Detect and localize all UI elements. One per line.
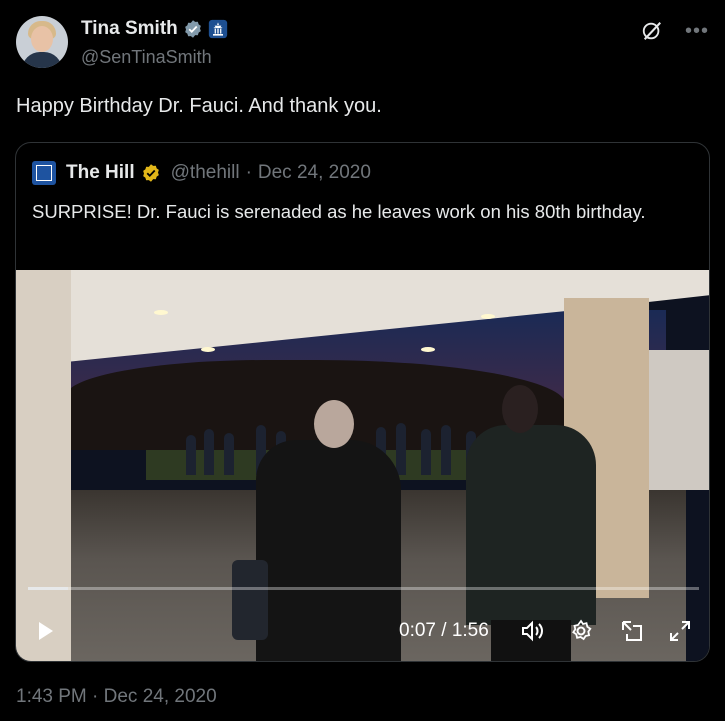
video-fire-truck [648, 350, 709, 490]
separator-dot: · [245, 162, 252, 183]
quoted-author-handle[interactable]: @thehill [171, 162, 240, 184]
ceiling-light [154, 310, 168, 315]
tweet-timestamp[interactable]: 1:43 PM · Dec 24, 2020 [16, 686, 217, 708]
quoted-author-name[interactable]: The Hill [66, 162, 135, 184]
author-name-row: Tina Smith [81, 18, 228, 40]
video-pillar-left [16, 270, 71, 661]
government-building-icon [208, 19, 227, 39]
quoted-tweet[interactable]: The Hill @thehill · Dec 24, 2020 SURPRIS… [15, 142, 710, 662]
avatar-face [31, 26, 53, 52]
quoted-tweet-header: The Hill @thehill · Dec 24, 2020 [32, 161, 371, 185]
author-handle[interactable]: @SenTinaSmith [81, 47, 212, 68]
video-progress-fill [28, 587, 69, 590]
video-controls: 0:07 / 1:56 [16, 610, 709, 650]
tweet-text: Happy Birthday Dr. Fauci. And thank you. [16, 95, 382, 117]
video-player[interactable]: 0:07 / 1:56 [16, 270, 709, 661]
ceiling-light [201, 347, 215, 352]
settings-gear-icon[interactable] [569, 619, 593, 643]
the-hill-logo[interactable] [32, 161, 56, 185]
video-time: 0:07 / 1:56 [399, 620, 489, 641]
ceiling-light [481, 314, 495, 319]
video-progress-bar[interactable] [28, 587, 699, 590]
avatar-body [22, 52, 62, 68]
ceiling-light [421, 347, 435, 352]
quoted-date[interactable]: Dec 24, 2020 [258, 162, 371, 184]
author-avatar[interactable] [16, 16, 68, 68]
volume-icon[interactable] [520, 619, 546, 643]
more-options-icon[interactable]: ••• [685, 21, 709, 41]
picture-in-picture-icon[interactable] [620, 619, 644, 643]
verified-badge-icon [184, 20, 201, 38]
author-name[interactable]: Tina Smith [81, 18, 178, 40]
fullscreen-icon[interactable] [668, 619, 692, 643]
quoted-tweet-text: SURPRISE! Dr. Fauci is serenaded as he l… [32, 201, 646, 222]
grok-icon[interactable] [641, 20, 663, 42]
top-actions: ••• [641, 20, 709, 42]
verified-gold-badge-icon [142, 164, 159, 182]
play-icon[interactable] [36, 620, 56, 642]
